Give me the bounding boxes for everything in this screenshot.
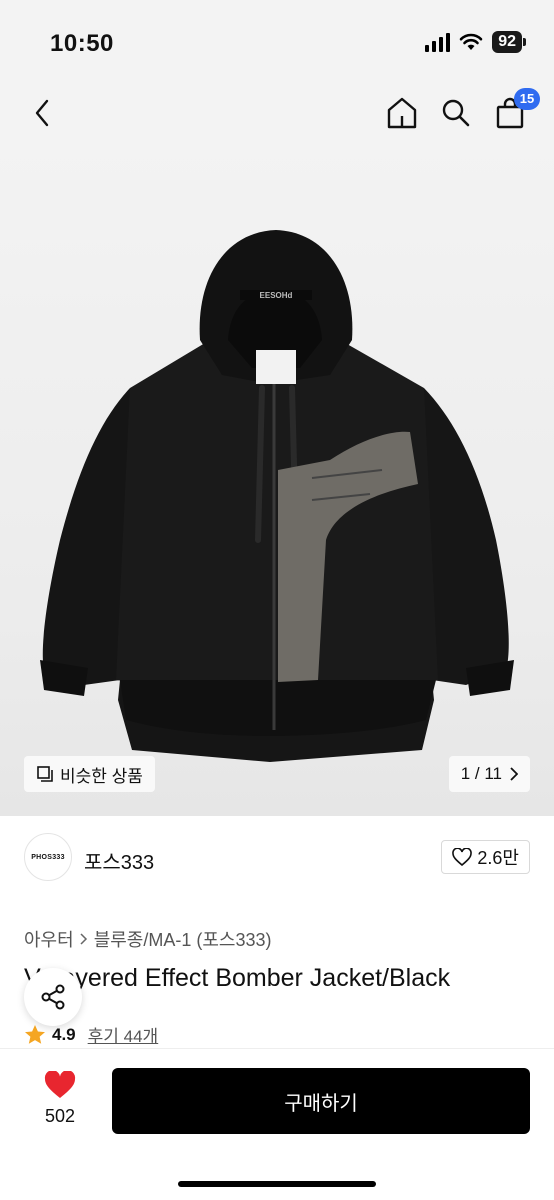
brand-like-button[interactable]: 2.6만 (441, 840, 530, 874)
heart-filled-icon (44, 1070, 76, 1098)
brand-like-count: 2.6만 (477, 848, 519, 868)
wishlist-count: 502 (44, 1106, 76, 1126)
image-page-counter[interactable]: 1 / 11 (448, 756, 530, 792)
cart-count-badge: 15 (514, 88, 540, 110)
review-count-link[interactable]: 후기 44개 (88, 1022, 159, 1047)
product-image-gallery[interactable]: EESOHd 비슷한 상품 1 / 11 (0, 140, 554, 816)
svg-text:EESOHd: EESOHd (260, 291, 293, 300)
chevron-right-icon (80, 933, 87, 945)
brand-row: PHOS333 포스333 2.6만 (0, 816, 554, 900)
back-button[interactable] (26, 96, 58, 130)
buy-button[interactable]: 구매하기 (112, 1068, 530, 1134)
product-title: V Layered Effect Bomber Jacket/Black (24, 964, 451, 992)
wifi-icon (459, 33, 483, 50)
chevron-right-icon (510, 767, 518, 781)
search-icon (442, 99, 470, 127)
status-time: 10:50 (50, 30, 114, 57)
heart-outline-icon (452, 848, 473, 866)
home-button[interactable] (384, 94, 420, 132)
brand-logo[interactable]: PHOS333 (24, 833, 72, 881)
search-button[interactable] (438, 94, 474, 132)
status-bar: 10:50 92 (0, 0, 554, 86)
chevron-left-icon (35, 99, 49, 127)
copy-icon (37, 766, 53, 782)
battery-indicator: 92 (492, 31, 526, 53)
product-rating: 4.9 후기 44개 (24, 1022, 158, 1047)
similar-products-button[interactable]: 비슷한 상품 (24, 756, 155, 792)
home-indicator (178, 1181, 376, 1187)
brand-name[interactable]: 포스333 (84, 846, 154, 875)
status-icons: 92 (425, 31, 526, 53)
page-indicator: 1 / 11 (460, 764, 502, 783)
similar-products-label: 비슷한 상품 (60, 766, 143, 786)
breadcrumb: 아우터 블루종/MA-1 (포스333) (24, 926, 272, 952)
category-main[interactable]: 아우터 (24, 926, 74, 952)
category-sub[interactable]: 블루종/MA-1 (포스333) (94, 926, 272, 952)
product-image: EESOHd (40, 230, 514, 762)
home-icon (387, 97, 417, 129)
share-icon (41, 984, 65, 1010)
share-button[interactable] (24, 968, 82, 1026)
star-icon (25, 1025, 45, 1044)
top-nav: 15 (0, 86, 554, 140)
cellular-signal-icon (425, 32, 451, 52)
rating-score: 4.9 (52, 1024, 76, 1044)
bottom-action-bar: 502 구매하기 (0, 1048, 554, 1200)
cart-button[interactable]: 15 (492, 88, 540, 132)
wishlist-button[interactable]: 502 (30, 1070, 90, 1127)
